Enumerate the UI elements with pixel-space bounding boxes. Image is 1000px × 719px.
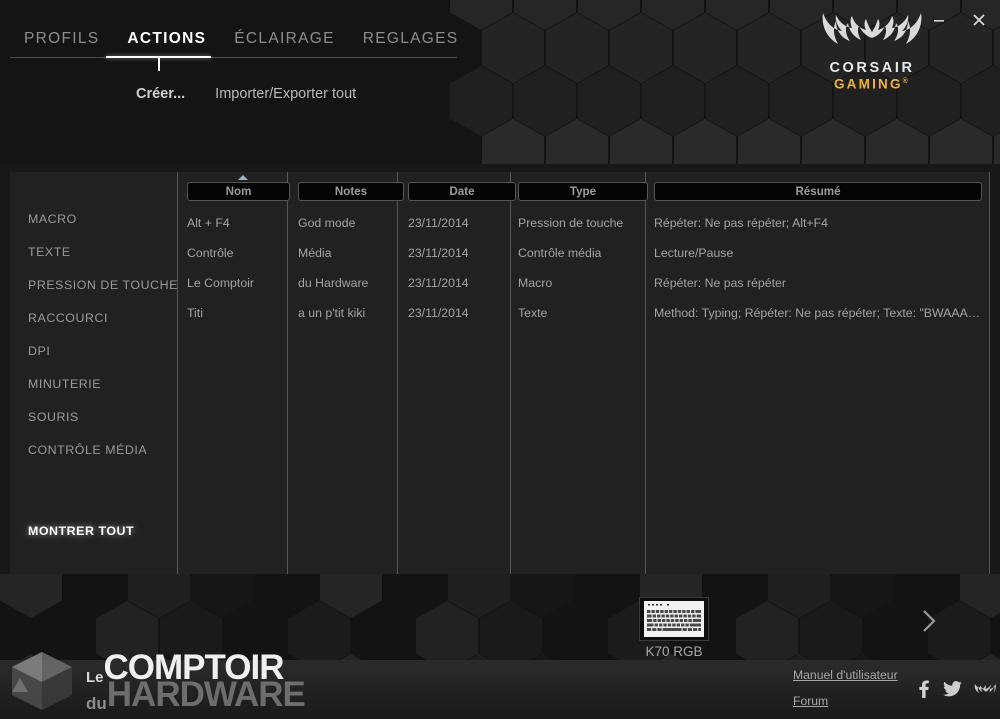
column-separator: [177, 172, 178, 574]
cell-nom[interactable]: Titi: [187, 306, 291, 320]
sidebar-item-dpi[interactable]: DPI: [28, 344, 50, 358]
device-name-label: K70 RGB: [645, 644, 703, 659]
actions-panel: MACRO TEXTE PRESSION DE TOUCHE RACCOURCI DPI…: [10, 172, 990, 574]
cell-resume[interactable]: Répéter: Ne pas répéter; Alt+F4: [654, 216, 986, 230]
comptoir-hardware-watermark: LeCOMPTOIR duHARDWARE: [6, 645, 336, 717]
corsair-sails-icon[interactable]: [974, 682, 996, 701]
close-icon[interactable]: [966, 8, 992, 32]
actions-subnav: Créer... Importer/Exporter tout: [136, 86, 356, 102]
brand-line-1: CORSAIR: [829, 60, 915, 76]
cell-resume[interactable]: Répéter: Ne pas répéter: [654, 276, 986, 290]
sidebar-item-montrer-tout[interactable]: MONTRER TOUT: [28, 524, 134, 538]
cell-type[interactable]: Texte: [518, 306, 642, 320]
cell-type[interactable]: Pression de touche: [518, 216, 642, 230]
column-separator: [989, 172, 990, 574]
manuel-utilisateur-link[interactable]: Manuel d'utilisateur: [793, 668, 898, 682]
sidebar-item-macro[interactable]: MACRO: [28, 212, 77, 226]
cell-date[interactable]: 23/11/2014: [408, 246, 512, 260]
cell-date[interactable]: 23/11/2014: [408, 306, 512, 320]
cell-date[interactable]: 23/11/2014: [408, 276, 512, 290]
tab-profils[interactable]: PROFILS: [10, 30, 113, 56]
cube-logo-icon: [12, 652, 72, 710]
cell-notes[interactable]: du Hardware: [298, 276, 402, 290]
next-device-chevron-icon[interactable]: [918, 608, 942, 636]
column-header-date[interactable]: Date: [408, 182, 516, 201]
sidebar-item-contr-le-m-dia[interactable]: CONTRÔLE MÉDIA: [28, 443, 147, 457]
column-separator: [287, 172, 288, 574]
forum-link[interactable]: Forum: [793, 694, 898, 708]
watermark-hardware: HARDWARE: [106, 675, 306, 714]
sidebar-item-pression-de-touche[interactable]: PRESSION DE TOUCHE: [28, 278, 178, 292]
tab-actions[interactable]: ACTIONS: [113, 30, 220, 56]
column-header-nom[interactable]: Nom: [187, 182, 290, 201]
cell-resume[interactable]: Lecture/Pause: [654, 246, 986, 260]
column-separator: [397, 172, 398, 574]
cell-notes[interactable]: God mode: [298, 216, 402, 230]
cell-nom[interactable]: Alt + F4: [187, 216, 291, 230]
window-controls: [926, 8, 992, 32]
cell-nom[interactable]: Le Comptoir: [187, 276, 291, 290]
minimize-icon[interactable]: [926, 8, 952, 32]
action-category-sidebar: MACRO TEXTE PRESSION DE TOUCHE RACCOURCI DPI…: [10, 172, 177, 574]
cell-type[interactable]: Contrôle média: [518, 246, 642, 260]
cell-resume[interactable]: Method: Typing; Répéter: Ne pas répéter;…: [654, 306, 986, 320]
tabs-underline: [10, 57, 457, 58]
sidebar-item-texte[interactable]: TEXTE: [28, 245, 71, 259]
device-thumbnail-k70[interactable]: [639, 597, 709, 641]
corsair-sails-emblem: [822, 13, 922, 44]
column-separator: [645, 172, 646, 574]
cell-nom[interactable]: Contrôle: [187, 246, 291, 260]
cell-notes[interactable]: Média: [298, 246, 402, 260]
cell-type[interactable]: Macro: [518, 276, 642, 290]
main-tabs: PROFILS ACTIONS ÉCLAIRAGE REGLAGES: [10, 30, 472, 56]
sidebar-item-minuterie[interactable]: MINUTERIE: [28, 377, 101, 391]
keyboard-icon: [644, 601, 704, 637]
cell-notes[interactable]: a un p'tit kiki: [298, 306, 402, 320]
active-tab-pointer: [158, 58, 160, 71]
sidebar-item-raccourci[interactable]: RACCOURCI: [28, 311, 108, 325]
footer-social-icons: [915, 680, 996, 703]
facebook-icon[interactable]: [915, 680, 931, 703]
column-header-notes[interactable]: Notes: [298, 182, 404, 201]
tab-eclairage[interactable]: ÉCLAIRAGE: [220, 30, 348, 56]
column-separator: [510, 172, 511, 574]
sort-ascending-icon: [238, 175, 248, 180]
cell-date[interactable]: 23/11/2014: [408, 216, 512, 230]
brand-line-2: GAMING®: [833, 76, 911, 92]
tab-reglages[interactable]: REGLAGES: [349, 30, 473, 56]
footer-links: Manuel d'utilisateur Forum: [793, 668, 898, 719]
watermark-du: du: [86, 694, 107, 713]
corsair-gaming-logo: CORSAIR GAMING®: [812, 8, 932, 98]
twitter-icon[interactable]: [943, 681, 962, 702]
corsair-utility-engine-window: CORSAIR GAMING® PROFILS ACTIONS ÉCLAIRAG…: [0, 0, 1000, 719]
importer-exporter-tout-button[interactable]: Importer/Exporter tout: [215, 86, 356, 102]
column-header-type[interactable]: Type: [518, 182, 648, 201]
column-header-resume[interactable]: Résumé: [654, 182, 982, 201]
sidebar-item-souris[interactable]: SOURIS: [28, 410, 79, 424]
creer-button[interactable]: Créer...: [136, 86, 185, 102]
